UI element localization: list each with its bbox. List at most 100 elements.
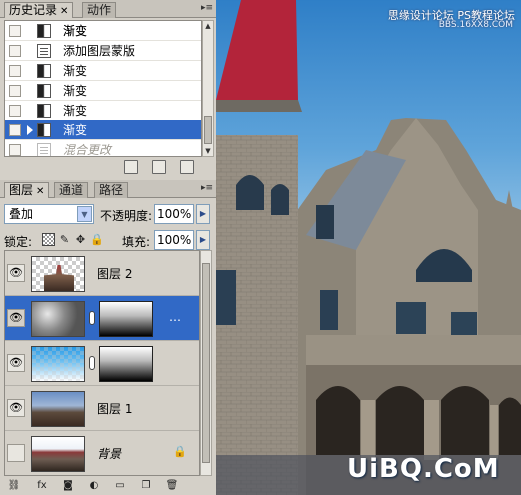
layer-name[interactable]: 图层 1 <box>97 400 132 417</box>
close-icon[interactable]: ✕ <box>60 6 68 17</box>
scroll-down-icon[interactable]: ▼ <box>203 146 213 156</box>
opacity-label: 不透明度: <box>100 209 153 223</box>
eye-icon[interactable]: 👁 <box>7 354 25 372</box>
new-snapshot-icon[interactable] <box>152 160 166 174</box>
watermark-logo: UiBQ.CoM <box>347 454 500 484</box>
layer-name[interactable]: 背景 <box>97 445 121 462</box>
eye-icon[interactable]: 👁 <box>7 264 25 282</box>
history-row-greyed[interactable]: 混合更改 <box>5 140 201 157</box>
close-icon[interactable]: ✕ <box>36 186 44 197</box>
eye-icon[interactable]: 👁 <box>7 399 25 417</box>
history-row[interactable]: 添加图层蒙版 <box>5 41 201 61</box>
trash-icon[interactable] <box>180 160 194 174</box>
layers-scrollbar[interactable] <box>200 250 212 476</box>
trash-icon[interactable]: 🗑 <box>164 479 180 493</box>
gradient-icon <box>37 84 51 98</box>
link-chain-icon[interactable] <box>89 356 95 370</box>
layer-name[interactable]: 图层 2 <box>97 265 132 282</box>
layer-row-selected[interactable]: 👁 … <box>5 296 199 341</box>
tab-paths-label: 路径 <box>99 183 124 197</box>
layer-row[interactable]: 👁 图层 2 <box>5 251 199 296</box>
gradient-icon <box>37 24 51 38</box>
gradient-icon <box>37 123 51 137</box>
snapshot-source-checkbox[interactable] <box>9 85 21 97</box>
opacity-slider-arrow-icon[interactable]: ▶ <box>196 204 210 224</box>
layer-mask-thumbnail[interactable] <box>99 346 153 382</box>
snapshot-source-checkbox[interactable] <box>9 45 21 57</box>
blend-mode-select[interactable]: 叠加 ▼ <box>4 204 94 224</box>
layers-list: 👁 图层 2 👁 … 👁 👁 图层 1 背景 🔒 <box>4 250 200 476</box>
tab-layers[interactable]: 图层 ✕ <box>4 182 50 198</box>
layer-thumbnail <box>31 436 85 472</box>
tab-history[interactable]: 历史记录 ✕ <box>4 2 74 18</box>
layer-thumbnail <box>31 391 85 427</box>
history-row-label: 渐变 <box>63 64 88 78</box>
history-footer <box>0 158 216 176</box>
add-mask-icon[interactable]: ◙ <box>60 479 76 493</box>
link-chain-icon[interactable] <box>89 311 95 325</box>
panel-menu-icon[interactable]: ▸≡ <box>201 3 213 15</box>
new-document-from-state-icon[interactable] <box>124 160 138 174</box>
panel-menu-icon[interactable]: ▸≡ <box>201 183 213 195</box>
lock-brush-icon[interactable]: ✎ <box>58 233 71 246</box>
tab-actions[interactable]: 动作 <box>82 2 117 18</box>
document-icon <box>37 44 51 58</box>
lock-row: 锁定: ✎ ✥ 🔒 填充: 100% ▶ <box>4 230 212 250</box>
fill-slider-arrow-icon[interactable]: ▶ <box>196 230 210 250</box>
layer-row[interactable]: 👁 图层 1 <box>5 386 199 431</box>
layer-style-fx-icon[interactable]: fx <box>34 479 50 493</box>
history-row[interactable]: 渐变 <box>5 61 201 81</box>
lock-move-icon[interactable]: ✥ <box>74 233 87 246</box>
snapshot-source-checkbox[interactable] <box>9 25 21 37</box>
blend-row: 叠加 ▼ 不透明度: 100% ▶ <box>4 204 212 224</box>
lock-transparency-icon[interactable] <box>42 233 55 246</box>
snapshot-source-checkbox[interactable] <box>9 144 21 156</box>
history-row[interactable]: 渐变 <box>5 81 201 101</box>
link-layers-icon[interactable]: ⛓ <box>6 479 22 493</box>
layer-mask-thumbnail[interactable] <box>99 301 153 337</box>
layer-thumbnail <box>31 256 85 292</box>
document-canvas[interactable]: 思缘设计论坛 PS教程论坛 BBS.16XX8.COM UiBQ.CoM <box>216 0 521 495</box>
lock-all-icon[interactable]: 🔒 <box>90 233 104 246</box>
history-list: 渐变 渐变 添加图层蒙版 渐变 渐变 渐变 渐变 混合更改 <box>4 20 202 157</box>
history-row-label: 添加图层蒙版 <box>63 44 136 58</box>
new-group-icon[interactable]: ▭ <box>112 479 128 493</box>
castle-image <box>216 0 521 495</box>
layer-row[interactable]: 背景 🔒 <box>5 431 199 475</box>
scroll-up-icon[interactable]: ▲ <box>203 21 213 31</box>
tab-paths[interactable]: 路径 <box>94 182 129 198</box>
layers-panel: 图层 ✕ 通道 路径 ▸≡ 叠加 ▼ 不透明度: 100% ▶ 锁定: ✎ ✥ 🔒… <box>0 180 216 495</box>
gradient-icon <box>37 104 51 118</box>
history-row[interactable]: 渐变 <box>5 21 201 41</box>
scroll-thumb[interactable] <box>202 263 210 463</box>
adjustment-layer-icon[interactable]: ◐ <box>86 479 102 493</box>
snapshot-source-checkbox[interactable] <box>9 65 21 77</box>
lock-label: 锁定: <box>4 235 33 249</box>
fill-field[interactable]: 100% <box>154 230 194 250</box>
snapshot-source-checkbox[interactable] <box>9 105 21 117</box>
history-row[interactable]: 渐变 <box>5 101 201 121</box>
history-state-marker-icon[interactable] <box>27 125 33 135</box>
history-row-label: 渐变 <box>63 123 88 137</box>
lock-icon: 🔒 <box>173 445 187 458</box>
snapshot-source-checkbox[interactable] <box>9 124 21 136</box>
eye-icon[interactable]: 👁 <box>7 309 25 327</box>
history-scrollbar[interactable]: ▲ ▼ <box>202 20 214 157</box>
history-row-label: 渐变 <box>63 84 88 98</box>
blend-mode-value: 叠加 <box>9 207 34 221</box>
history-tabbar: 历史记录 ✕ 动作 ▸≡ <box>0 0 216 18</box>
chevron-down-icon[interactable]: ▼ <box>77 206 92 222</box>
scroll-thumb[interactable] <box>204 116 212 144</box>
fill-label: 填充: <box>122 235 151 249</box>
tab-actions-label: 动作 <box>87 3 112 17</box>
opacity-field[interactable]: 100% <box>154 204 194 224</box>
tab-channels[interactable]: 通道 <box>54 182 89 198</box>
history-row-selected[interactable]: 渐变 <box>5 120 201 140</box>
layer-name-suffix: … <box>169 310 181 324</box>
layer-row[interactable]: 👁 <box>5 341 199 386</box>
history-row-label: 混合更改 <box>63 143 112 157</box>
new-layer-icon[interactable]: ❐ <box>138 479 154 493</box>
visibility-toggle[interactable] <box>7 444 25 462</box>
layer-thumbnail <box>31 346 85 382</box>
layers-footer: ⛓ fx ◙ ◐ ▭ ❐ 🗑 <box>0 478 216 495</box>
